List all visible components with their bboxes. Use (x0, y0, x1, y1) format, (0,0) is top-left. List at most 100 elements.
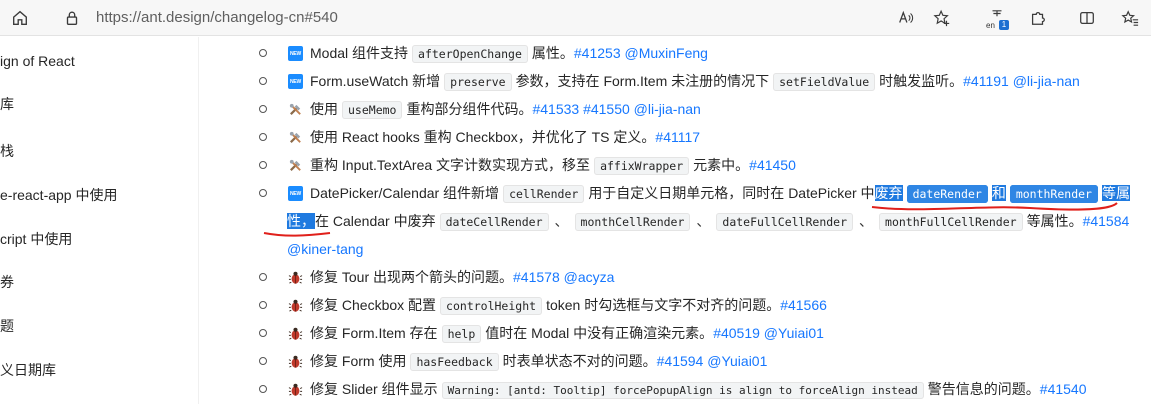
item-text: 值时在 Modal 中没有正确渲染元素。 (485, 325, 714, 341)
bullet (259, 133, 267, 141)
bug-icon (288, 326, 303, 341)
selected-text: 性， (287, 213, 315, 229)
item-text: 修复 Form 使用 (310, 353, 407, 369)
favorites-list-icon (1121, 10, 1139, 26)
item-text: 重构部分组件代码。 (406, 101, 533, 117)
address-bar[interactable]: https://ant.design/changelog-cn#540 (96, 9, 338, 26)
new-icon: NEW (288, 74, 303, 89)
bullet (259, 105, 267, 113)
home-icon (13, 10, 27, 25)
code-snippet: setFieldValue (773, 73, 876, 91)
new-icon: NEW (288, 46, 303, 61)
code-snippet: dateRender (906, 185, 988, 203)
item-text: 重构 Input.TextArea 文字计数实现方式，移至 (310, 157, 591, 173)
item-text: 用于自定义日期单元格，同时在 DatePicker 中 (588, 185, 875, 201)
sidebar-item-5[interactable]: 券 (0, 272, 14, 296)
separator: 、 (859, 213, 874, 229)
tools-icon (288, 158, 303, 173)
item-text: Form.useWatch 新增 (310, 73, 441, 89)
extension-badge: 1 (999, 20, 1009, 30)
item-text: 使用 React hooks 重构 Checkbox，并优化了 TS 定义。 (310, 129, 656, 145)
item-text: 时触发监听。 (879, 73, 964, 89)
site-info-button[interactable] (59, 5, 85, 31)
sidebar-item-2[interactable]: 栈 (0, 141, 14, 165)
code-snippet: dateFullCellRender (716, 213, 854, 231)
bullet (259, 357, 267, 365)
pr-author-links[interactable]: #41533 #41550 @li-jia-nan (532, 101, 700, 117)
separator: 、 (696, 213, 711, 229)
favorite-button[interactable] (929, 5, 955, 31)
favorites-button[interactable] (1117, 5, 1143, 31)
bug-icon (288, 298, 303, 313)
translate-en-label: en (986, 21, 995, 30)
sidebar-item-1[interactable]: 库 (0, 94, 14, 118)
home-button[interactable] (7, 5, 33, 31)
code-snippet: preserve (444, 73, 512, 91)
pr-author-links[interactable]: #41117 (655, 129, 700, 145)
bug-icon (288, 354, 303, 369)
code-snippet: cellRender (503, 185, 585, 203)
sidebar-item-0[interactable]: ign of React (0, 53, 75, 77)
pr-link[interactable]: #41566 (780, 297, 827, 313)
sidebar-item-7[interactable]: 义日期库 (0, 360, 56, 384)
sidebar-item-3[interactable]: e-react-app 中使用 (0, 185, 117, 209)
bullet (259, 385, 267, 393)
sidebar-item-4[interactable]: cript 中使用 (0, 229, 72, 253)
item-text: 在 Calendar 中废弃 (315, 213, 436, 229)
bullet (259, 301, 267, 309)
code-snippet: monthFullCellRender (879, 213, 1023, 231)
item-text: 属性。 (531, 45, 574, 61)
code-snippet: useMemo (342, 101, 403, 119)
item-text: 修复 Checkbox 配置 (310, 297, 437, 313)
item-text: 修复 Form.Item 存在 (310, 325, 438, 341)
star-plus-icon (933, 9, 950, 27)
bullet (259, 77, 267, 85)
extensions-button[interactable] (1025, 5, 1051, 31)
code-snippet: hasFeedback (410, 353, 499, 371)
item-text: Modal 组件支持 (310, 45, 409, 61)
author-link[interactable]: @kiner-tang (287, 241, 363, 257)
new-icon: NEW (288, 186, 303, 201)
bullet (259, 189, 267, 197)
item-text: 参数，支持在 Form.Item 未注册的情况下 (515, 73, 770, 89)
item-text: 警告信息的问题。 (927, 381, 1040, 397)
translate-extension-button[interactable]: en 1 (984, 5, 1010, 31)
split-screen-icon (1080, 11, 1094, 25)
pr-author-links[interactable]: #40519 @Yuiai01 (713, 325, 824, 341)
pr-author-links[interactable]: #41578 @acyza (513, 269, 614, 285)
bullet (259, 273, 267, 281)
item-text: 时表单状态不对的问题。 (502, 353, 657, 369)
puzzle-icon (1031, 11, 1045, 25)
bug-icon (288, 270, 303, 285)
code-snippet: monthRender (1009, 185, 1098, 203)
separator: 、 (554, 213, 569, 229)
split-screen-button[interactable] (1074, 5, 1100, 31)
bullet (259, 161, 267, 169)
item-text: 等属性。 (1026, 213, 1083, 229)
item-text: 元素中。 (693, 157, 750, 173)
read-aloud-button[interactable] (893, 5, 919, 31)
pr-link[interactable]: #41584 (1083, 213, 1130, 229)
pr-author-links[interactable]: #41594 @Yuiai01 (657, 353, 768, 369)
pr-author-links[interactable]: #41191 @li-jia-nan (963, 73, 1080, 89)
selected-text: 废弃 (874, 185, 903, 201)
pr-link[interactable]: #41540 (1040, 381, 1087, 397)
bullet (259, 49, 267, 57)
item-text: DatePicker/Calendar 组件新增 (310, 185, 500, 201)
lock-icon (66, 11, 78, 25)
code-snippet: monthCellRender (574, 213, 691, 231)
sidebar-item-6[interactable]: 题 (0, 316, 14, 340)
item-text: token 时勾选框与文字不对齐的问题。 (546, 297, 781, 313)
browser-toolbar: https://ant.design/changelog-cn#540 en 1 (0, 0, 1151, 36)
bug-icon (288, 382, 303, 397)
code-snippet: afterOpenChange (412, 45, 528, 63)
bullet (259, 329, 267, 337)
code-snippet: dateCellRender (439, 213, 549, 231)
code-snippet: controlHeight (440, 297, 543, 315)
pr-author-links[interactable]: #41450 (749, 157, 796, 173)
changelog-content: NEW Modal 组件支持 afterOpenChange 属性。#41253 @… (199, 37, 1151, 404)
selected-text: 和 (991, 185, 1006, 201)
read-aloud-icon (899, 10, 914, 23)
pr-author-links[interactable]: #41253 @MuxinFeng (574, 45, 708, 61)
item-text: 使用 (310, 101, 338, 117)
